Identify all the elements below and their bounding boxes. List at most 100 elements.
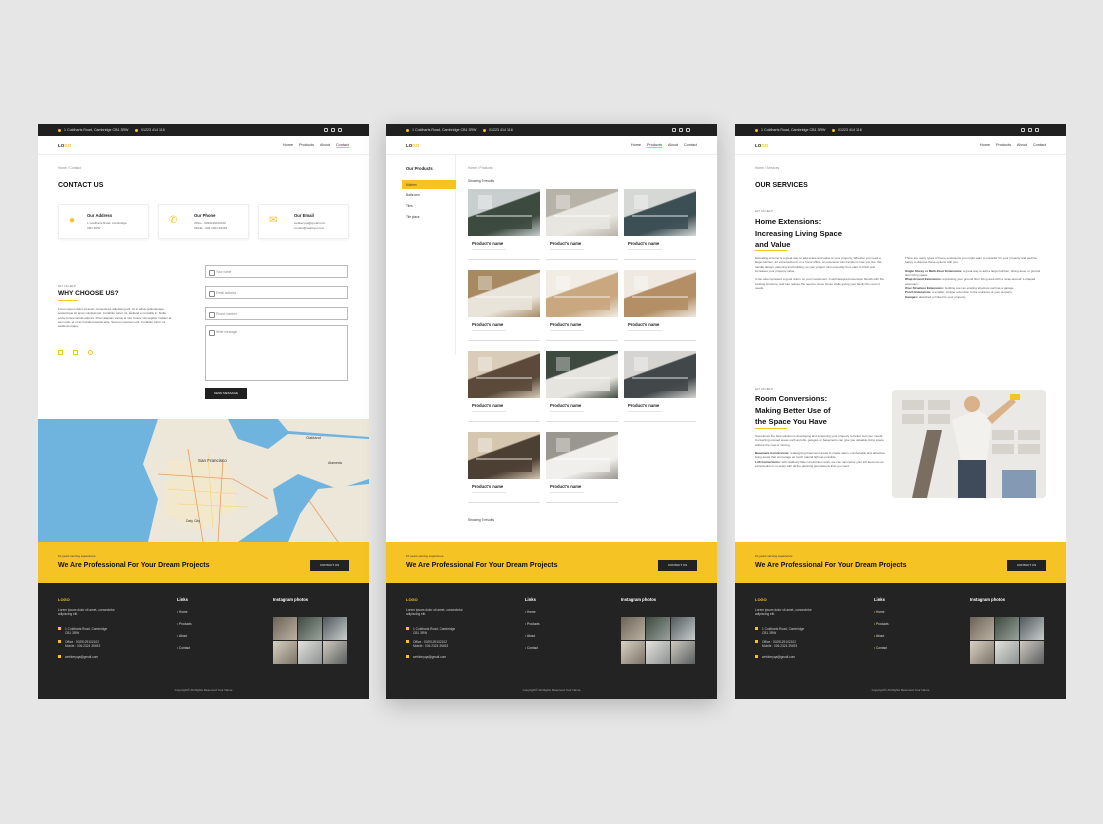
footer-link-about[interactable]: About	[177, 634, 187, 638]
instagram-photo[interactable]	[273, 617, 297, 640]
map[interactable]: San Francisco Oakland Alameda Daly City	[38, 419, 369, 542]
whatsapp-icon[interactable]	[1035, 128, 1039, 132]
product-photo[interactable]	[624, 351, 696, 398]
footer-email[interactable]: webkeryqa@gmail.com	[755, 655, 795, 659]
sidebar-item-kitchen[interactable]: Kitchen	[402, 180, 456, 189]
email-2[interactable]: contact@webkyer.com	[294, 226, 324, 230]
product-card[interactable]: Product's name	[624, 189, 696, 260]
instagram-photo[interactable]	[621, 617, 645, 640]
social-icon-2[interactable]	[73, 350, 78, 355]
product-photo[interactable]	[624, 189, 696, 236]
product-name[interactable]: Product's name	[472, 241, 503, 246]
footer-email[interactable]: webkeryqa@gmail.com	[406, 655, 446, 659]
social-icon-1[interactable]	[58, 350, 63, 355]
footer-link-contact[interactable]: Contact	[525, 646, 538, 650]
menu-products[interactable]: Products	[996, 143, 1011, 147]
facebook-icon[interactable]	[1021, 128, 1025, 132]
footer-link-about[interactable]: About	[525, 634, 535, 638]
product-card[interactable]: Product's name	[624, 270, 696, 341]
social-icon-3[interactable]	[88, 350, 93, 355]
product-photo[interactable]	[546, 351, 618, 398]
instagram-photo[interactable]	[298, 641, 322, 664]
product-name[interactable]: Product's name	[550, 241, 581, 246]
menu-contact[interactable]: Contact	[1033, 143, 1046, 147]
menu-home[interactable]: Home	[631, 143, 641, 148]
menu-about[interactable]: About	[320, 143, 330, 148]
sidebar-item-bathroom[interactable]: Bathroom	[406, 193, 420, 197]
footer-link-home[interactable]: Home	[525, 610, 536, 614]
cta-contact-button[interactable]: CONTACT US	[658, 560, 697, 571]
logo[interactable]: LOGO	[406, 143, 419, 148]
menu-about[interactable]: About	[1017, 143, 1027, 147]
footer-logo[interactable]: LOGO	[755, 597, 767, 602]
product-card[interactable]: Product's name	[624, 351, 696, 422]
product-photo[interactable]	[468, 189, 540, 236]
name-input[interactable]: Your name	[205, 265, 348, 278]
cta-contact-button[interactable]: CONTACT US	[310, 560, 349, 571]
product-card[interactable]: Product's name	[468, 270, 540, 341]
product-name[interactable]: Product's name	[550, 322, 581, 327]
cta-contact-button[interactable]: CONTACT US	[1007, 560, 1046, 571]
footer-link-home[interactable]: Home	[177, 610, 188, 614]
instagram-icon[interactable]	[679, 128, 683, 132]
footer-logo[interactable]: LOGO	[406, 597, 418, 602]
instagram-photo[interactable]	[273, 641, 297, 664]
product-photo[interactable]	[468, 270, 540, 317]
instagram-photo[interactable]	[671, 617, 695, 640]
menu-home[interactable]: Home	[980, 143, 990, 147]
menu-contact[interactable]: Contact	[684, 143, 697, 148]
message-textarea[interactable]: Write message	[205, 325, 348, 381]
footer-link-home[interactable]: Home	[874, 610, 885, 614]
menu-products[interactable]: Products	[299, 143, 314, 148]
email-1[interactable]: webkeryqa@gmail.com	[294, 221, 325, 225]
menu-home[interactable]: Home	[283, 143, 293, 148]
product-name[interactable]: Product's name	[550, 484, 581, 489]
instagram-photo[interactable]	[995, 617, 1019, 640]
instagram-photo[interactable]	[1020, 641, 1044, 664]
footer-link-contact[interactable]: Contact	[177, 646, 190, 650]
product-name[interactable]: Product's name	[628, 403, 659, 408]
menu-contact[interactable]: Contact	[335, 143, 349, 148]
product-name[interactable]: Product's name	[472, 484, 503, 489]
footer-link-products[interactable]: Products	[525, 622, 540, 626]
footer-link-contact[interactable]: Contact	[874, 646, 887, 650]
product-card[interactable]: Product's name	[546, 432, 618, 503]
footer-link-products[interactable]: Products	[177, 622, 192, 626]
menu-products[interactable]: Products	[646, 143, 662, 148]
product-photo[interactable]	[546, 432, 618, 479]
logo[interactable]: LOGO	[58, 143, 71, 148]
instagram-icon[interactable]	[331, 128, 335, 132]
footer-logo[interactable]: LOGO	[58, 597, 70, 602]
product-card[interactable]: Product's name	[546, 189, 618, 260]
product-name[interactable]: Product's name	[628, 241, 659, 246]
instagram-photo[interactable]	[970, 641, 994, 664]
send-message-button[interactable]: SEND MESSAGE	[205, 388, 247, 399]
whatsapp-icon[interactable]	[686, 128, 690, 132]
instagram-photo[interactable]	[646, 617, 670, 640]
product-photo[interactable]	[546, 270, 618, 317]
facebook-icon[interactable]	[672, 128, 676, 132]
instagram-photo[interactable]	[995, 641, 1019, 664]
email-input[interactable]: Email address	[205, 286, 348, 299]
sidebar-item-tile-place[interactable]: Tile place	[406, 215, 420, 219]
footer-email[interactable]: webkeryqa@gmail.com	[58, 655, 98, 659]
product-card[interactable]: Product's name	[546, 270, 618, 341]
instagram-icon[interactable]	[1028, 128, 1032, 132]
product-name[interactable]: Product's name	[628, 322, 659, 327]
instagram-photo[interactable]	[323, 641, 347, 664]
instagram-photo[interactable]	[621, 641, 645, 664]
footer-link-products[interactable]: Products	[874, 622, 889, 626]
product-photo[interactable]	[468, 432, 540, 479]
product-photo[interactable]	[624, 270, 696, 317]
product-photo[interactable]	[468, 351, 540, 398]
instagram-photo[interactable]	[646, 641, 670, 664]
product-name[interactable]: Product's name	[472, 403, 503, 408]
product-name[interactable]: Product's name	[472, 322, 503, 327]
sidebar-item-tiles[interactable]: Tiles	[406, 204, 413, 208]
product-card[interactable]: Product's name	[546, 351, 618, 422]
menu-about[interactable]: About	[668, 143, 678, 148]
instagram-photo[interactable]	[671, 641, 695, 664]
instagram-photo[interactable]	[1020, 617, 1044, 640]
product-photo[interactable]	[546, 189, 618, 236]
product-name[interactable]: Product's name	[550, 403, 581, 408]
